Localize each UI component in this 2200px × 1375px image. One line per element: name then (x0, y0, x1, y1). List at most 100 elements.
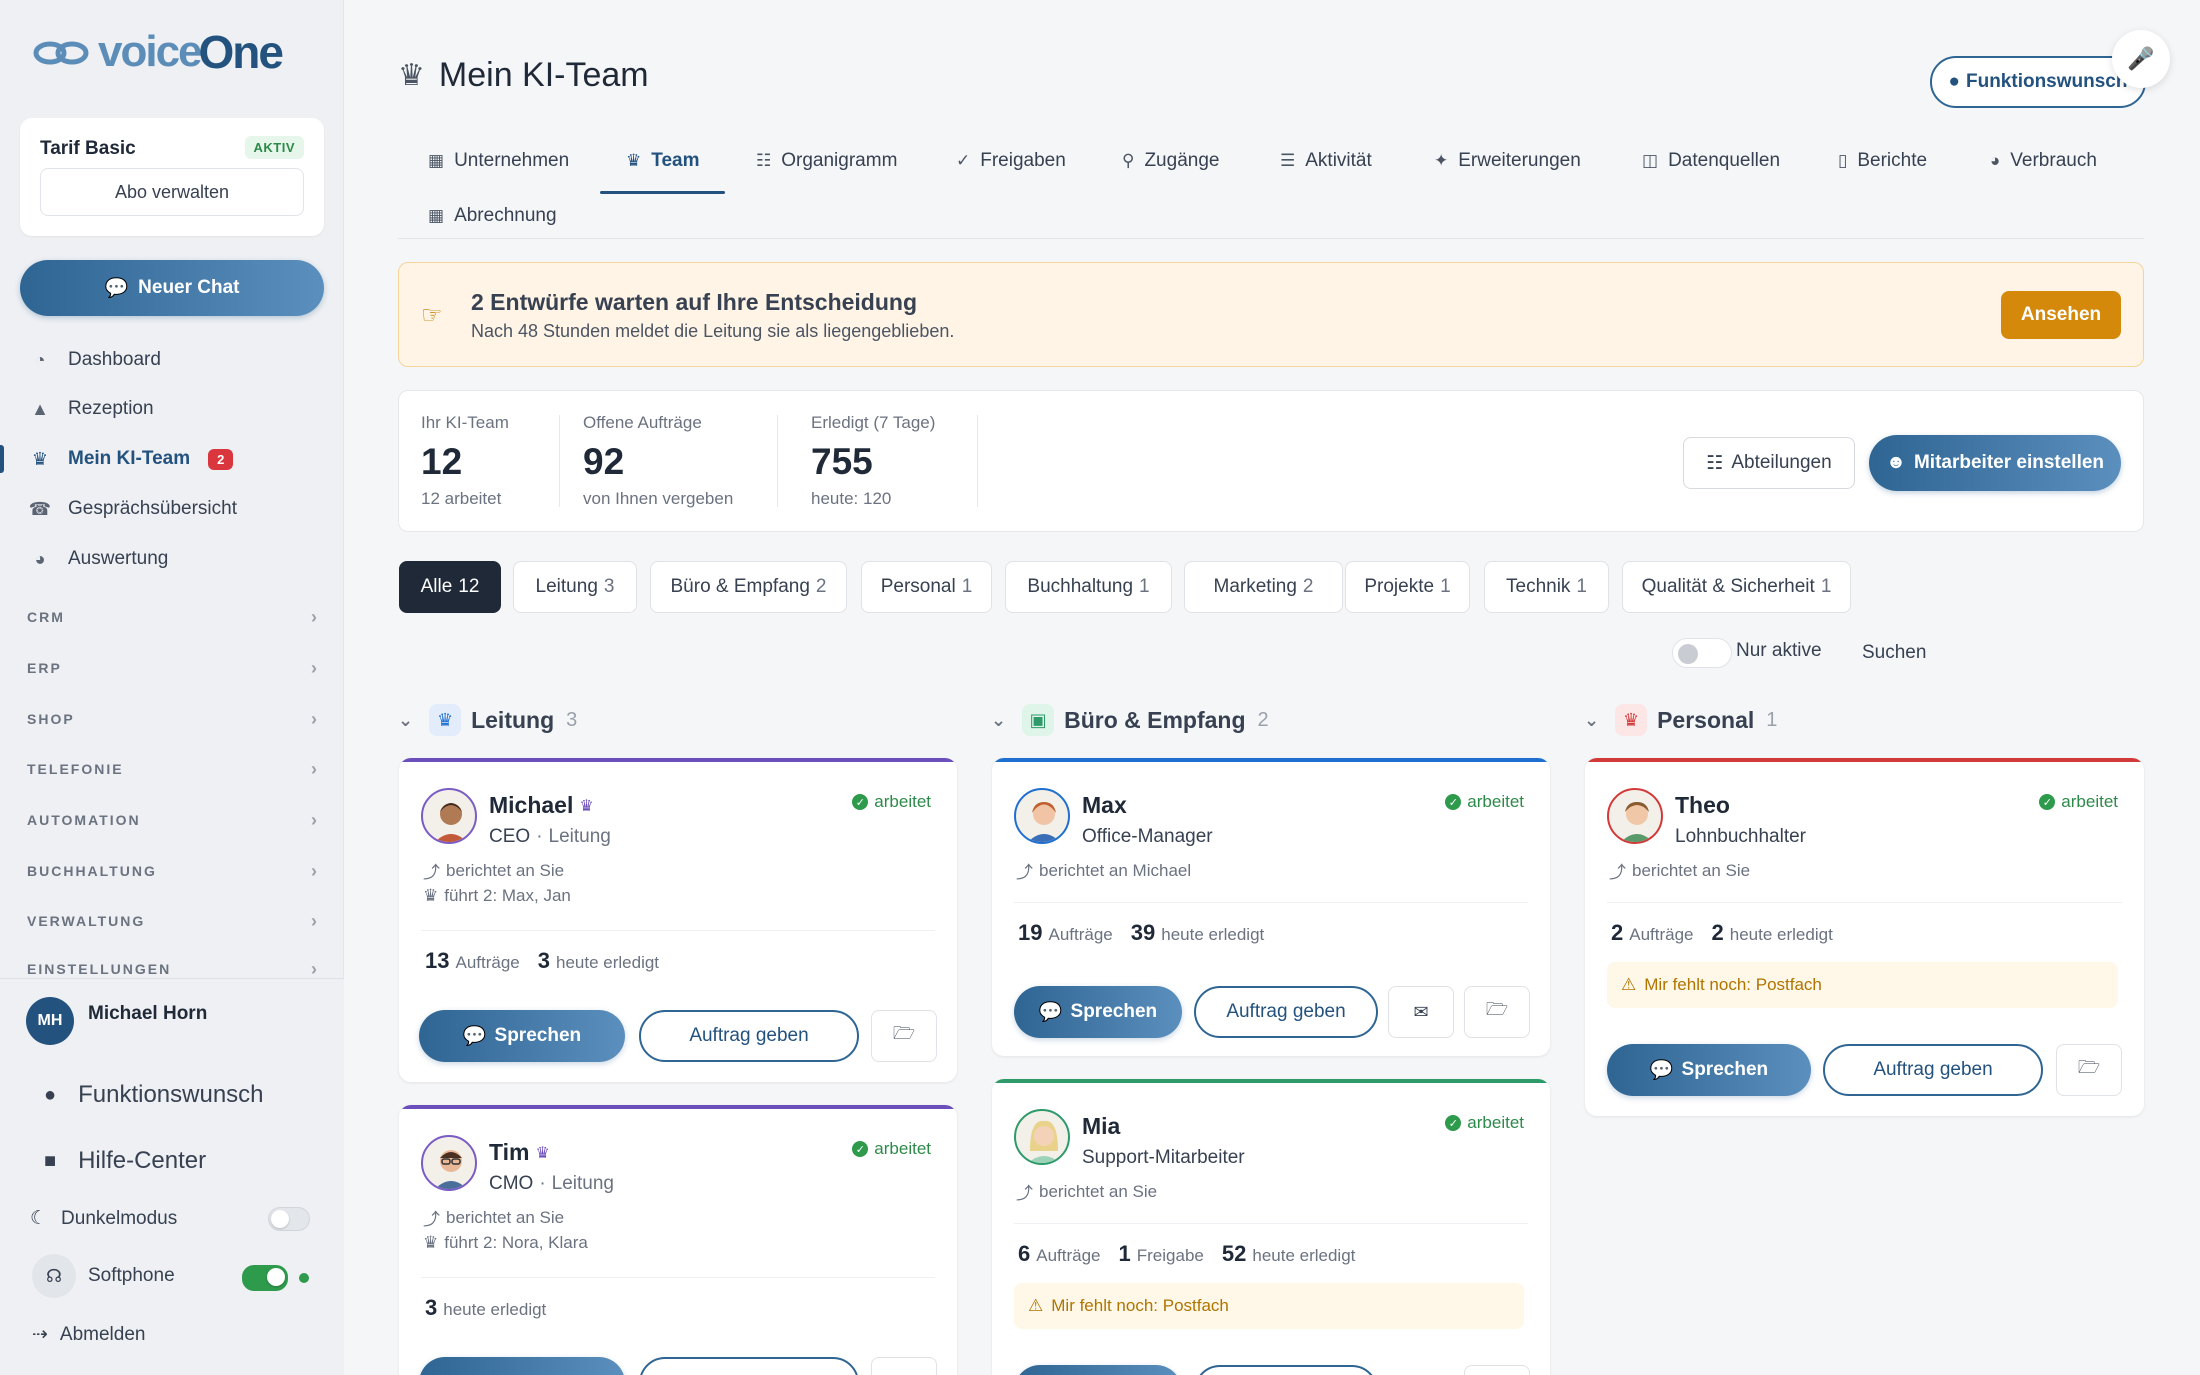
speak-button[interactable] (1014, 1365, 1182, 1375)
assign-task-button[interactable]: Auftrag geben (639, 1010, 859, 1062)
sidebar-section-einstellungen[interactable]: EINSTELLUNGEN › (27, 960, 317, 978)
sidebar-item-auswertung[interactable]: ◕ Auswertung (0, 537, 344, 581)
hand-pointing-icon: ☞ (421, 302, 443, 329)
tab-organigramm[interactable]: ☷ Organigramm (756, 136, 897, 186)
employee-name-text: Max (1082, 792, 1127, 818)
chip-label: Qualität & Sicherheit (1641, 576, 1815, 597)
inbox-icon: ▣ (1022, 704, 1055, 736)
status-badge: ✓ arbeitet (1445, 1113, 1524, 1133)
chevron-right-icon: › (311, 657, 317, 678)
sidebar-item-mein-ki-team[interactable]: ♛ Mein KI-Team 2 (0, 437, 344, 481)
tab-aktivitaet[interactable]: ☰ Aktivität (1280, 136, 1372, 186)
section-label: AUTOMATION (27, 812, 141, 828)
double-check-icon: ✓ (956, 151, 971, 170)
column-header-leitung[interactable]: ⌄ ♛ Leitung 3 (398, 700, 577, 740)
sidebar-section-erp[interactable]: ERP › (27, 656, 317, 680)
employee-card-michael[interactable]: Michael ♛ CEO · Leitung ✓ arbeitet ⤴ berichte… (399, 758, 957, 1082)
folder-button[interactable]: 🗁 (1464, 986, 1530, 1038)
tab-zugaenge[interactable]: ⚲ Zugänge (1122, 136, 1219, 186)
status-badge: ✓ arbeitet (852, 1139, 931, 1159)
speak-button[interactable]: 💬 Sprechen (1607, 1044, 1811, 1096)
softphone-toggle[interactable] (242, 1265, 288, 1291)
folder-button[interactable]: 🗁 (871, 1010, 937, 1062)
assign-task-button[interactable] (639, 1357, 859, 1375)
warning-text: Mir fehlt noch: Postfach (1644, 975, 1822, 994)
logout-button[interactable]: ⇢ Abmelden (32, 1323, 145, 1346)
folder-button[interactable]: 🗁 (2056, 1044, 2122, 1096)
kpi-label: Freigabe (1136, 1246, 1204, 1265)
tab-team[interactable]: ♛ Team (599, 136, 727, 194)
sidebar-section-telefonie[interactable]: TELEFONIE › (27, 757, 317, 781)
departments-button[interactable]: ☷ Abteilungen (1683, 437, 1855, 489)
dark-mode-toggle[interactable] (268, 1207, 310, 1231)
only-active-toggle[interactable] (1672, 638, 1732, 668)
logo-text-voice: voice (98, 27, 203, 76)
kpi-row: 6 Aufträge 1 Freigabe 52 heute erledigt (1018, 1241, 1355, 1267)
sidebar-section-shop[interactable]: SHOP › (27, 707, 317, 731)
sidebar-section-buchhaltung[interactable]: BUCHHALTUNG › (27, 859, 317, 883)
tarif-name: Tarif Basic (40, 138, 136, 159)
employee-card-tim[interactable]: Tim ♛ CMO · Leitung ✓ arbeitet ⤴ berichtet an… (399, 1105, 957, 1375)
assign-task-button[interactable] (1194, 1365, 1378, 1375)
hire-employee-button[interactable]: ☻ Mitarbeiter einstellen (1869, 435, 2121, 491)
column-header-buero-empfang[interactable]: ⌄ ▣ Büro & Empfang 2 (991, 700, 1269, 740)
email-button[interactable]: ✉ (1388, 986, 1454, 1038)
sidebar-section-verwaltung[interactable]: VERWALTUNG › (27, 909, 317, 933)
kpi-value: 3 (425, 1295, 438, 1320)
sidebar-item-rezeption[interactable]: ▲ Rezeption (0, 387, 344, 431)
filter-chip-leitung[interactable]: Leitung 3 (513, 561, 637, 613)
lightbulb-icon: ● (44, 1083, 57, 1106)
feature-request-link[interactable]: ● Funktionswunsch (44, 1081, 264, 1109)
kpi-done: 2 heute erledigt (1712, 920, 1833, 946)
sidebar-section-automation[interactable]: AUTOMATION › (27, 808, 317, 832)
filter-chip-projekte[interactable]: Projekte 1 (1345, 561, 1470, 613)
assign-task-button[interactable]: Auftrag geben (1823, 1044, 2043, 1096)
filter-chip-buchhaltung[interactable]: Buchhaltung 1 (1005, 561, 1172, 613)
tab-berichte[interactable]: ▯ Berichte (1838, 136, 1927, 186)
sidebar: voice One Tarif Basic AKTIV Abo verwalten… (0, 0, 344, 1375)
sidebar-item-gespraechsuebersicht[interactable]: ☎ Gesprächsübersicht (0, 487, 344, 531)
search-link[interactable]: Suchen (1862, 642, 1926, 664)
banner-heading: 2 Entwürfe warten auf Ihre Entscheidung (471, 289, 918, 315)
check-circle-icon: ✓ (1445, 794, 1462, 810)
column-header-personal[interactable]: ⌄ ♛ Personal 1 (1584, 700, 1777, 740)
employee-card-max[interactable]: Max Office-Manager ✓ arbeitet ⤴ berichtet … (992, 758, 1550, 1056)
avatar[interactable]: MH (26, 997, 74, 1045)
folder-button[interactable] (871, 1357, 937, 1375)
tab-unternehmen[interactable]: ▦ Unternehmen (428, 136, 569, 186)
filter-chip-buero-empfang[interactable]: Büro & Empfang 2 (650, 561, 847, 613)
tab-verbrauch[interactable]: ◕ Verbrauch (1990, 136, 2097, 186)
microphone-button[interactable]: 🎤 (2112, 30, 2170, 88)
page-title-text: Mein KI-Team (438, 56, 649, 94)
tab-freigaben[interactable]: ✓ Freigaben (956, 136, 1066, 186)
envelope-icon: ✉ (1413, 1001, 1429, 1022)
assign-task-button[interactable]: Auftrag geben (1194, 986, 1378, 1038)
filter-chip-technik[interactable]: Technik 1 (1484, 561, 1609, 613)
voiceone-logo[interactable]: voice One (32, 26, 284, 78)
chip-count: 1 (1139, 576, 1150, 597)
filter-chip-personal[interactable]: Personal 1 (861, 561, 992, 613)
help-center-label: Hilfe-Center (78, 1147, 207, 1174)
new-chat-button[interactable]: 💬 Neuer Chat (20, 260, 324, 316)
sidebar-section-crm[interactable]: CRM › (27, 605, 317, 629)
tab-abrechnung[interactable]: ▦ Abrechnung (428, 191, 557, 241)
manage-subscription-button[interactable]: Abo verwalten (40, 168, 304, 216)
tab-erweiterungen[interactable]: ✦ Erweiterungen (1434, 136, 1581, 186)
filter-chip-marketing[interactable]: Marketing 2 (1184, 561, 1343, 613)
avatar (1607, 788, 1663, 844)
team-icon: ♛ (423, 1233, 439, 1252)
filter-chip-qualitaet-sicherheit[interactable]: Qualität & Sicherheit 1 (1622, 561, 1851, 613)
folder-button[interactable] (1464, 1365, 1530, 1375)
sidebar-item-dashboard[interactable]: ◔ Dashboard (0, 338, 344, 382)
speak-button[interactable]: 💬 Sprechen (1014, 986, 1182, 1038)
tab-datenquellen[interactable]: ◫ Datenquellen (1642, 136, 1780, 186)
dark-mode-label: Dunkelmodus (61, 1207, 178, 1229)
filter-chip-alle[interactable]: Alle 12 (399, 561, 501, 613)
speak-button[interactable] (419, 1357, 625, 1375)
employee-card-mia[interactable]: Mia Support-Mitarbeiter ✓ arbeitet ⤴ beric… (992, 1079, 1550, 1375)
receipt-icon: ▦ (428, 206, 445, 225)
view-drafts-button[interactable]: Ansehen (2001, 291, 2121, 339)
speak-button[interactable]: 💬 Sprechen (419, 1010, 625, 1062)
employee-card-theo[interactable]: Theo Lohnbuchhalter ✓ arbeitet ⤴ berichtet… (1585, 758, 2144, 1116)
help-center-link[interactable]: ■ Hilfe-Center (44, 1147, 206, 1175)
